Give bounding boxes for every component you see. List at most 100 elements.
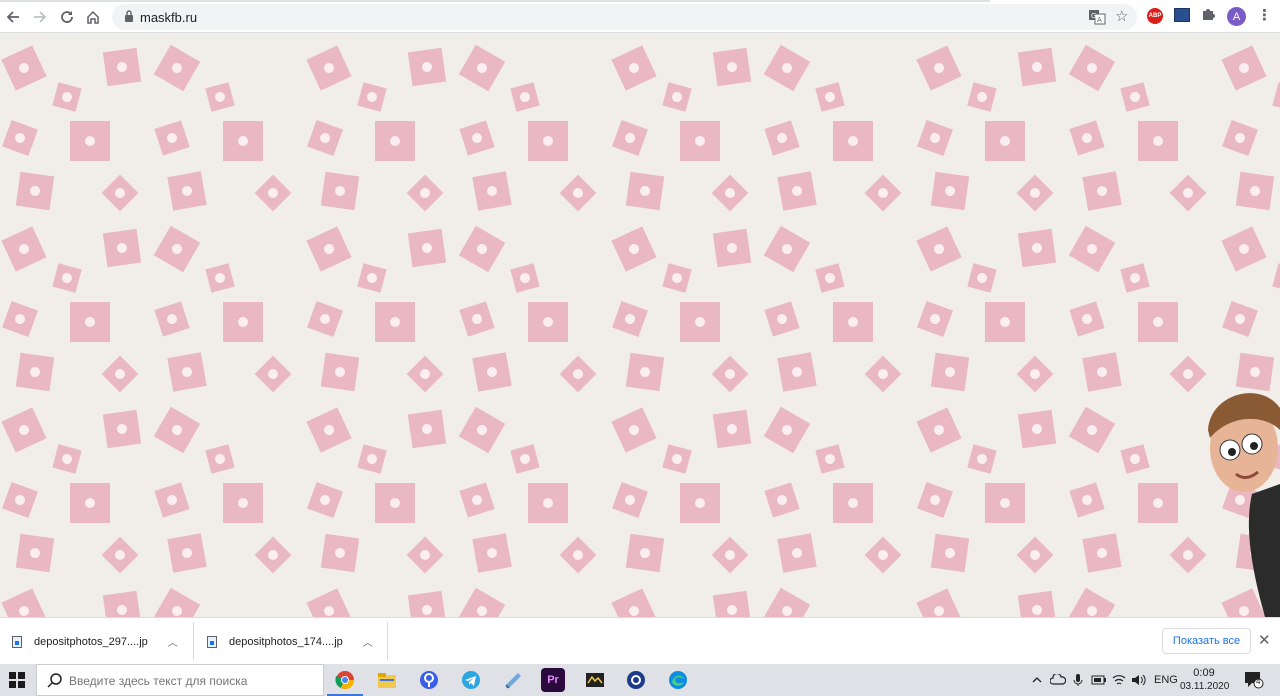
pink-tile <box>306 407 352 453</box>
bookmark-star-icon[interactable]: ☆ <box>1115 7 1128 25</box>
extensions-puzzle-icon[interactable] <box>1201 7 1215 24</box>
wifi-icon[interactable] <box>1112 664 1126 696</box>
pink-tile <box>1068 406 1116 454</box>
pink-tile <box>711 536 749 574</box>
home-button[interactable] <box>82 6 104 28</box>
pink-tile <box>1221 45 1267 91</box>
browser-toolbar: maskfb.ru GA ☆ ABP A ⋮ <box>0 0 1280 33</box>
extension-icon[interactable] <box>1174 8 1190 22</box>
svg-text:G: G <box>1091 12 1096 20</box>
pink-tile <box>1016 536 1054 574</box>
pink-tile <box>101 536 139 574</box>
pink-tile <box>559 174 597 212</box>
pink-tile <box>611 226 657 272</box>
pink-tile <box>833 483 873 523</box>
pink-tile <box>559 355 597 393</box>
chevron-up-icon[interactable]: ︿ <box>363 634 373 649</box>
close-icon[interactable]: ✕ <box>1258 631 1271 649</box>
pink-tile <box>712 590 752 617</box>
lock-icon <box>125 10 133 22</box>
arrow-right-icon <box>34 11 47 23</box>
winamp-icon[interactable] <box>583 668 607 692</box>
show-all-downloads-button[interactable]: Показать все <box>1162 628 1251 654</box>
microphone-icon[interactable] <box>1073 664 1083 696</box>
pink-tile <box>307 120 343 156</box>
file-explorer-icon[interactable] <box>375 668 399 692</box>
start-button[interactable] <box>0 664 34 696</box>
pink-tile <box>1 45 47 91</box>
download-item[interactable]: depositphotos_174....jp ︿ <box>207 618 373 665</box>
pink-tile <box>458 406 506 454</box>
onedrive-icon[interactable] <box>1050 664 1066 696</box>
pink-tile <box>52 263 82 293</box>
search-input[interactable] <box>69 671 309 691</box>
pink-tile <box>459 301 495 337</box>
peeking-face-illustration <box>1208 393 1280 617</box>
pink-tile <box>611 407 657 453</box>
back-button[interactable] <box>2 6 24 28</box>
telegram-icon[interactable] <box>459 668 483 692</box>
pink-tile <box>1272 263 1280 293</box>
pink-tile <box>815 82 845 112</box>
forward-button[interactable] <box>29 6 51 28</box>
pink-tile <box>406 174 444 212</box>
yandex-icon[interactable] <box>417 668 441 692</box>
notification-icon <box>1245 672 1264 689</box>
pink-tile <box>916 226 962 272</box>
pink-tile <box>1068 44 1116 92</box>
pink-tile <box>306 45 352 91</box>
taskbar-search[interactable] <box>36 664 324 696</box>
pink-tile <box>917 482 953 518</box>
profile-avatar[interactable]: A <box>1227 7 1246 26</box>
address-bar[interactable]: maskfb.ru GA ☆ <box>112 4 1137 30</box>
premiere-icon[interactable]: Pr <box>541 668 565 692</box>
pink-tile <box>70 121 110 161</box>
pink-tile <box>611 45 657 91</box>
chrome-icon[interactable] <box>327 668 363 696</box>
pink-tile <box>15 352 55 392</box>
pink-tile <box>764 301 800 337</box>
translate-icon[interactable]: GA <box>1088 8 1106 26</box>
pink-tile <box>712 228 752 268</box>
pink-tile <box>662 263 692 293</box>
pink-tile <box>101 174 139 212</box>
chevron-up-icon[interactable]: ︿ <box>168 634 178 649</box>
pink-tile <box>1221 226 1267 272</box>
language-indicator[interactable]: ENG <box>1154 664 1178 696</box>
pink-tile <box>864 355 902 393</box>
speaker-icon[interactable] <box>1131 664 1147 696</box>
download-item[interactable]: depositphotos_297....jp ︿ <box>12 618 178 665</box>
clock[interactable]: 0:09 03.11.2020 <box>1180 666 1229 694</box>
adblock-plus-extension[interactable]: ABP <box>1147 8 1163 24</box>
notifications-button[interactable]: 4 <box>1244 671 1264 689</box>
pink-tile <box>680 121 720 161</box>
pink-tile <box>154 301 190 337</box>
image-file-icon <box>207 635 217 648</box>
pink-tile <box>15 171 55 211</box>
notes-icon[interactable] <box>501 668 525 692</box>
pink-tile <box>167 352 207 392</box>
pink-tile <box>52 444 82 474</box>
pink-tile <box>559 536 597 574</box>
pink-tile <box>1017 590 1057 617</box>
pink-tile <box>357 82 387 112</box>
pink-tile <box>510 263 540 293</box>
pink-tile <box>510 444 540 474</box>
reload-button[interactable] <box>56 6 78 28</box>
pink-tile <box>528 121 568 161</box>
pink-tile <box>407 47 447 87</box>
pink-tile <box>612 120 648 156</box>
pink-tile <box>1235 171 1275 211</box>
battery-icon[interactable] <box>1091 664 1107 696</box>
pink-tile <box>375 483 415 523</box>
edge-icon[interactable] <box>666 668 690 692</box>
pink-tile <box>223 121 263 161</box>
pink-tile <box>864 174 902 212</box>
pink-tile <box>1069 120 1105 156</box>
pink-tile <box>307 301 343 337</box>
pink-tile <box>320 533 360 573</box>
obs-icon[interactable] <box>624 668 648 692</box>
more-menu-icon[interactable]: ⋮ <box>1257 6 1272 24</box>
show-hidden-icons[interactable] <box>1032 664 1042 696</box>
pink-tile <box>917 301 953 337</box>
